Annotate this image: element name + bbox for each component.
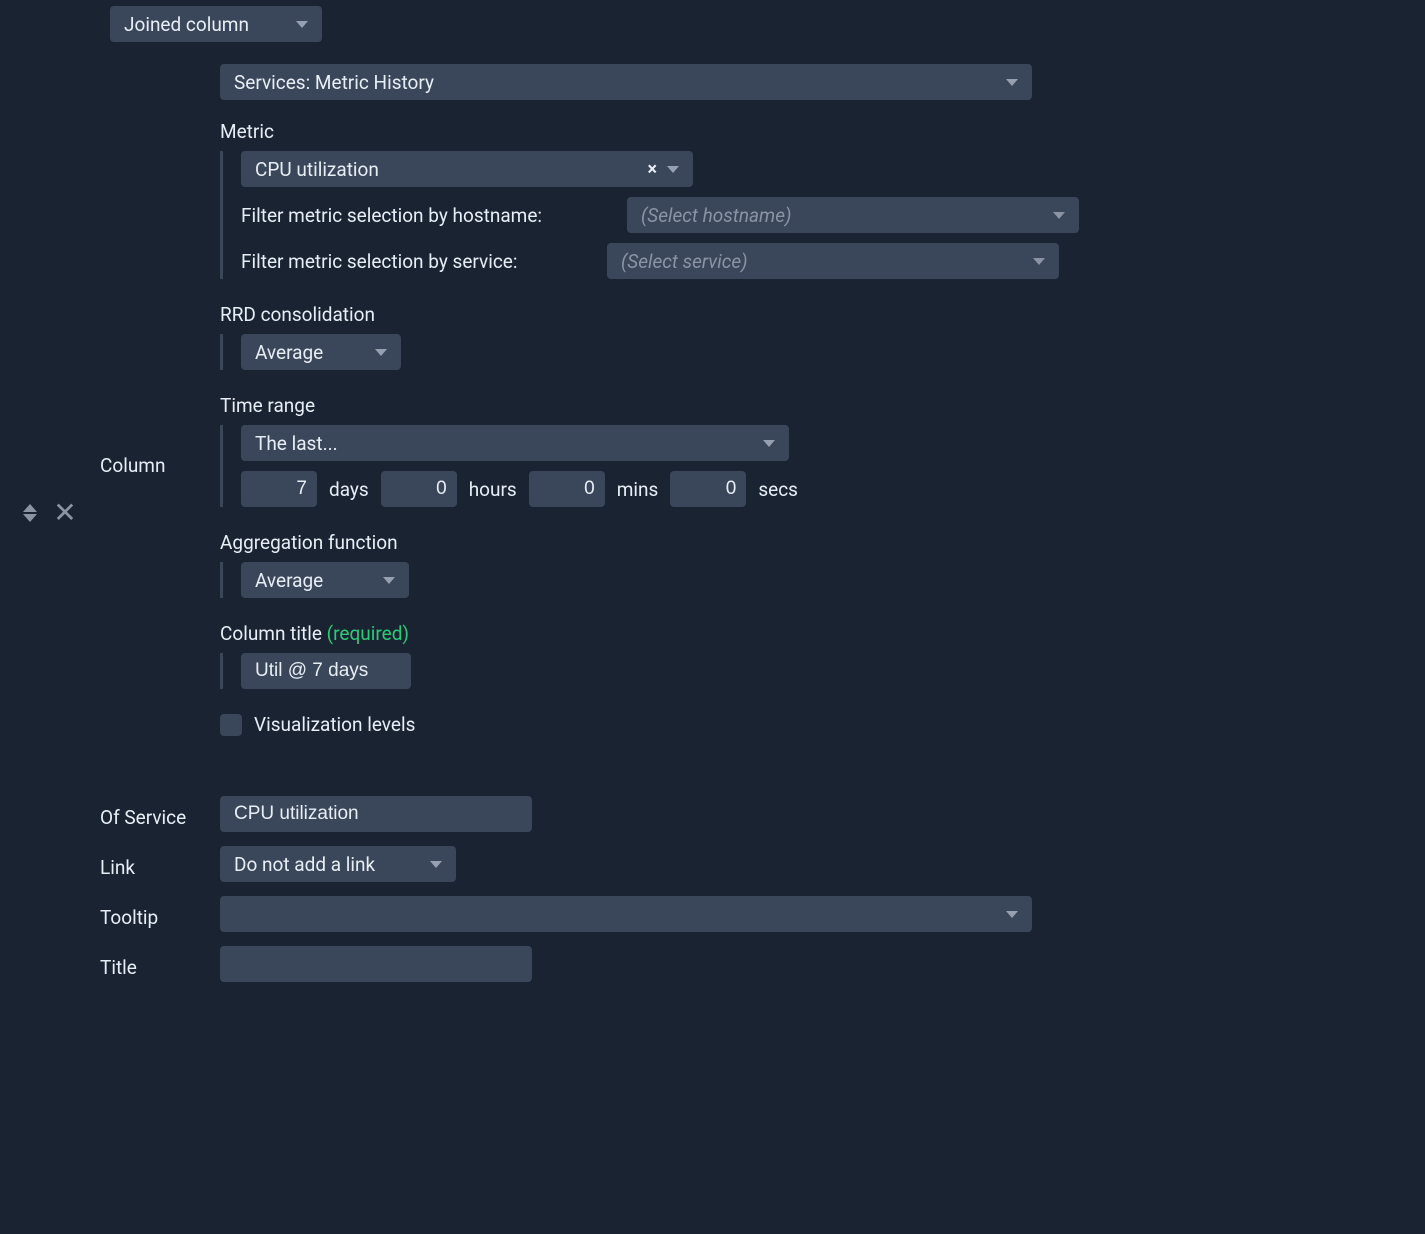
- caret-down-icon: [1006, 79, 1018, 86]
- metric-value-text: CPU utilization: [255, 158, 379, 181]
- filter-hostname-label: Filter metric selection by hostname:: [241, 204, 613, 227]
- filter-hostname-select[interactable]: (Select hostname): [627, 197, 1079, 233]
- joined-column-dropdown[interactable]: Joined column: [110, 6, 322, 42]
- secs-unit-label: secs: [758, 478, 798, 501]
- filter-service-select[interactable]: (Select service): [607, 243, 1059, 279]
- days-input[interactable]: [241, 471, 317, 507]
- services-dropdown[interactable]: Services: Metric History: [220, 64, 1032, 100]
- link-label: Link: [100, 850, 220, 879]
- caret-down-icon: [296, 21, 308, 28]
- visualization-levels-label: Visualization levels: [254, 713, 415, 736]
- time-range-label: Time range: [220, 394, 1385, 417]
- caret-down-icon: [383, 577, 395, 584]
- time-range-dropdown-label: The last...: [255, 432, 338, 455]
- aggregation-label: Aggregation function: [220, 531, 1385, 554]
- mins-input[interactable]: [529, 471, 605, 507]
- title-label: Title: [100, 950, 220, 979]
- filter-hostname-placeholder: (Select hostname): [641, 204, 791, 227]
- close-icon[interactable]: ✕: [53, 496, 76, 529]
- time-range-dropdown[interactable]: The last...: [241, 425, 789, 461]
- column-title-input[interactable]: [241, 653, 411, 689]
- column-title-text: Column title: [220, 622, 327, 645]
- metric-value-pill[interactable]: CPU utilization ×: [241, 151, 693, 187]
- chevron-up-icon: [23, 504, 37, 512]
- clear-metric-icon[interactable]: ×: [647, 159, 657, 180]
- hours-unit-label: hours: [469, 478, 517, 501]
- of-service-input[interactable]: [220, 796, 532, 832]
- chevron-down-icon: [23, 514, 37, 522]
- caret-down-icon: [1033, 258, 1045, 265]
- link-dropdown[interactable]: Do not add a link: [220, 846, 456, 882]
- days-unit-label: days: [329, 478, 369, 501]
- tooltip-label: Tooltip: [100, 900, 220, 929]
- visualization-levels-checkbox[interactable]: [220, 714, 242, 736]
- tooltip-dropdown[interactable]: [220, 896, 1032, 932]
- filter-service-label: Filter metric selection by service:: [241, 250, 593, 273]
- hours-input[interactable]: [381, 471, 457, 507]
- column-title-label: Column title (required): [220, 622, 1385, 645]
- of-service-label: Of Service: [100, 800, 220, 829]
- metric-section-label: Metric: [220, 120, 1385, 143]
- mins-unit-label: mins: [617, 478, 659, 501]
- aggregation-value: Average: [255, 569, 323, 592]
- filter-service-placeholder: (Select service): [621, 250, 748, 273]
- caret-down-icon: [430, 861, 442, 868]
- caret-down-icon: [1053, 212, 1065, 219]
- rrd-dropdown[interactable]: Average: [241, 334, 401, 370]
- caret-down-icon: [1006, 911, 1018, 918]
- caret-down-icon: [375, 349, 387, 356]
- rrd-section-label: RRD consolidation: [220, 303, 1385, 326]
- secs-input[interactable]: [670, 471, 746, 507]
- rrd-value: Average: [255, 341, 323, 364]
- reorder-handle[interactable]: [23, 504, 37, 522]
- title-input[interactable]: [220, 946, 532, 982]
- required-marker: (required): [327, 622, 409, 645]
- column-side-label: Column: [100, 448, 220, 477]
- services-dropdown-label: Services: Metric History: [234, 71, 434, 94]
- caret-down-icon: [763, 440, 775, 447]
- aggregation-dropdown[interactable]: Average: [241, 562, 409, 598]
- caret-down-icon: [667, 166, 679, 173]
- joined-column-label: Joined column: [124, 13, 249, 36]
- link-value: Do not add a link: [234, 853, 375, 876]
